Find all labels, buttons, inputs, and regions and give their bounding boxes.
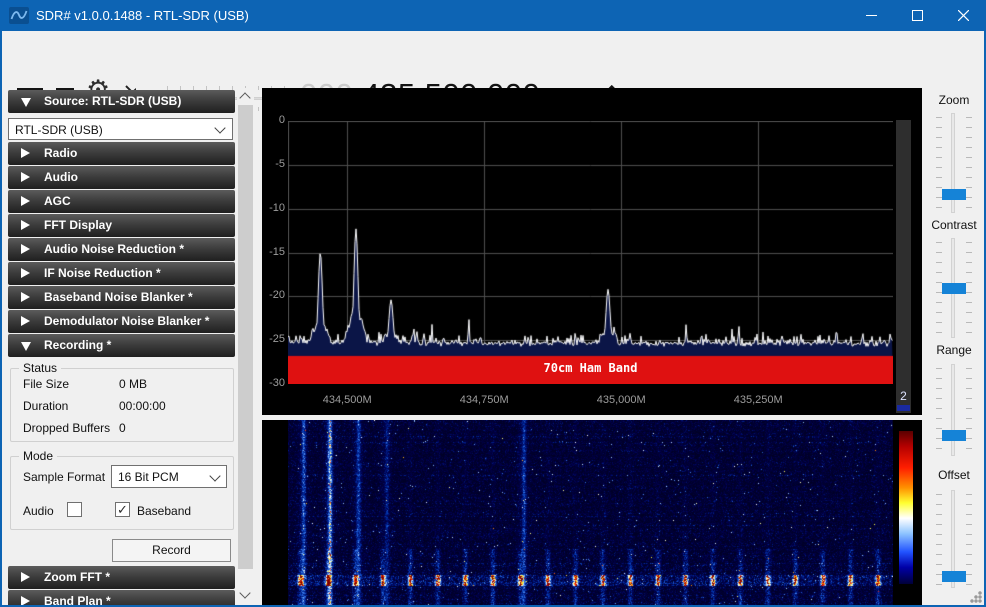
panel-header-baseband-noise-blanker[interactable]: Baseband Noise Blanker * bbox=[8, 286, 235, 309]
panel-header-zoom-fft[interactable]: Zoom FFT * bbox=[8, 566, 235, 589]
zoom-slider-thumb[interactable] bbox=[942, 189, 966, 200]
y-tick-label: -5 bbox=[262, 158, 285, 170]
contrast-slider-thumb[interactable] bbox=[942, 283, 966, 294]
triangle-right-icon bbox=[21, 244, 30, 254]
triangle-right-icon bbox=[21, 172, 30, 182]
zoom-slider[interactable] bbox=[922, 113, 986, 215]
resize-grip[interactable] bbox=[970, 591, 982, 603]
scroll-up-icon[interactable] bbox=[239, 92, 250, 103]
waterfall-display-panel[interactable] bbox=[262, 420, 922, 607]
contrast-slider-label: Contrast bbox=[922, 218, 986, 232]
panel-header-audio-noise-reduction[interactable]: Audio Noise Reduction * bbox=[8, 238, 235, 261]
y-tick-label: -20 bbox=[262, 289, 285, 301]
spectrum-display-panel[interactable]: 0 -5 -10 -15 -20 -25 -30 434,500M 434,750M 435,0… bbox=[262, 88, 922, 415]
scroll-down-icon[interactable] bbox=[239, 587, 250, 598]
duration-value: 00:00:00 bbox=[119, 399, 166, 413]
range-slider-label: Range bbox=[922, 343, 986, 357]
scrollbar-thumb[interactable] bbox=[238, 105, 253, 569]
y-tick-label: -30 bbox=[262, 377, 285, 389]
app-icon bbox=[9, 7, 29, 29]
panel-header-recording[interactable]: Recording * bbox=[8, 334, 235, 357]
dropped-buffers-value: 0 bbox=[119, 421, 126, 435]
x-tick-label: 435,250M bbox=[718, 394, 798, 406]
waterfall-color-scale bbox=[899, 431, 913, 584]
close-button[interactable] bbox=[940, 0, 986, 31]
triangle-down-icon bbox=[21, 342, 31, 351]
range-slider-track[interactable] bbox=[951, 364, 955, 456]
x-tick-label: 434,500M bbox=[307, 394, 387, 406]
triangle-right-icon bbox=[21, 196, 30, 206]
status-groupbox: Status File Size 0 MB Duration 00:00:00 … bbox=[10, 368, 234, 442]
contrast-slider[interactable] bbox=[922, 238, 986, 340]
triangle-right-icon bbox=[21, 148, 30, 158]
minimize-button[interactable] bbox=[848, 0, 894, 31]
chevron-down-icon bbox=[214, 122, 225, 133]
y-tick-label: -15 bbox=[262, 246, 285, 258]
record-button[interactable]: Record bbox=[112, 539, 231, 562]
range-slider-thumb[interactable] bbox=[942, 430, 966, 441]
maximize-button[interactable] bbox=[894, 0, 940, 31]
sdrsharp-window: SDR# v1.0.0.1488 - RTL-SDR (USB) ⚙ 000.4… bbox=[0, 0, 986, 607]
slider-ticks bbox=[966, 368, 972, 454]
waterfall-canvas[interactable] bbox=[288, 420, 893, 607]
panel-header-demodulator-noise-blanker[interactable]: Demodulator Noise Blanker * bbox=[8, 310, 235, 333]
toolbar: ⚙ 000.435.500.000 bbox=[0, 31, 986, 88]
display-controls-panel: Zoom Contrast Range Offset bbox=[922, 88, 986, 607]
title-bar[interactable]: SDR# v1.0.0.1488 - RTL-SDR (USB) bbox=[0, 0, 986, 31]
offset-slider-label: Offset bbox=[922, 468, 986, 482]
triangle-right-icon bbox=[21, 292, 30, 302]
triangle-right-icon bbox=[21, 572, 30, 582]
range-slider[interactable] bbox=[922, 364, 986, 458]
zoom-slider-label: Zoom bbox=[922, 93, 986, 107]
triangle-right-icon bbox=[21, 268, 30, 278]
panel-header-fft-display[interactable]: FFT Display bbox=[8, 214, 235, 237]
offset-slider[interactable] bbox=[922, 490, 986, 590]
panel-header-band-plan[interactable]: Band Plan * bbox=[8, 590, 235, 607]
file-size-value: 0 MB bbox=[119, 377, 147, 391]
triangle-down-icon bbox=[21, 98, 31, 107]
y-tick-label: -25 bbox=[262, 333, 285, 345]
snr-marker bbox=[897, 405, 910, 411]
mode-groupbox: Mode Sample Format 16 Bit PCM Audio ✓ Ba… bbox=[10, 456, 234, 530]
y-tick-label: 0 bbox=[262, 114, 285, 126]
panel-header-if-noise-reduction[interactable]: IF Noise Reduction * bbox=[8, 262, 235, 285]
snr-value: 2 bbox=[896, 389, 911, 403]
panel-header-audio[interactable]: Audio bbox=[8, 166, 235, 189]
slider-ticks bbox=[966, 242, 972, 336]
offset-slider-thumb[interactable] bbox=[942, 571, 966, 582]
panel-header-radio[interactable]: Radio bbox=[8, 142, 235, 165]
sidebar-scrollbar[interactable] bbox=[237, 88, 254, 605]
panel-header-agc[interactable]: AGC bbox=[8, 190, 235, 213]
triangle-right-icon bbox=[21, 596, 30, 606]
slider-ticks bbox=[966, 494, 972, 586]
snr-meter: 2 bbox=[896, 120, 911, 413]
fft-spectrum-canvas[interactable] bbox=[288, 121, 893, 384]
window-title: SDR# v1.0.0.1488 - RTL-SDR (USB) bbox=[36, 0, 249, 31]
x-tick-label: 435,000M bbox=[581, 394, 661, 406]
sidebar: Source: RTL-SDR (USB) RTL-SDR (USB) Radi… bbox=[6, 88, 236, 607]
panel-header-source[interactable]: Source: RTL-SDR (USB) bbox=[8, 90, 235, 113]
y-tick-label: -10 bbox=[262, 202, 285, 214]
source-device-dropdown[interactable]: RTL-SDR (USB) bbox=[8, 118, 233, 140]
triangle-right-icon bbox=[21, 220, 30, 230]
band-plan-label: 70cm Ham Band bbox=[288, 361, 893, 375]
chevron-down-icon bbox=[209, 470, 220, 481]
triangle-right-icon bbox=[21, 316, 30, 326]
x-tick-label: 434,750M bbox=[444, 394, 524, 406]
baseband-checkbox[interactable]: ✓ bbox=[115, 502, 130, 517]
audio-checkbox[interactable] bbox=[67, 502, 82, 517]
slider-ticks bbox=[966, 117, 972, 211]
sample-format-dropdown[interactable]: 16 Bit PCM bbox=[111, 465, 227, 488]
